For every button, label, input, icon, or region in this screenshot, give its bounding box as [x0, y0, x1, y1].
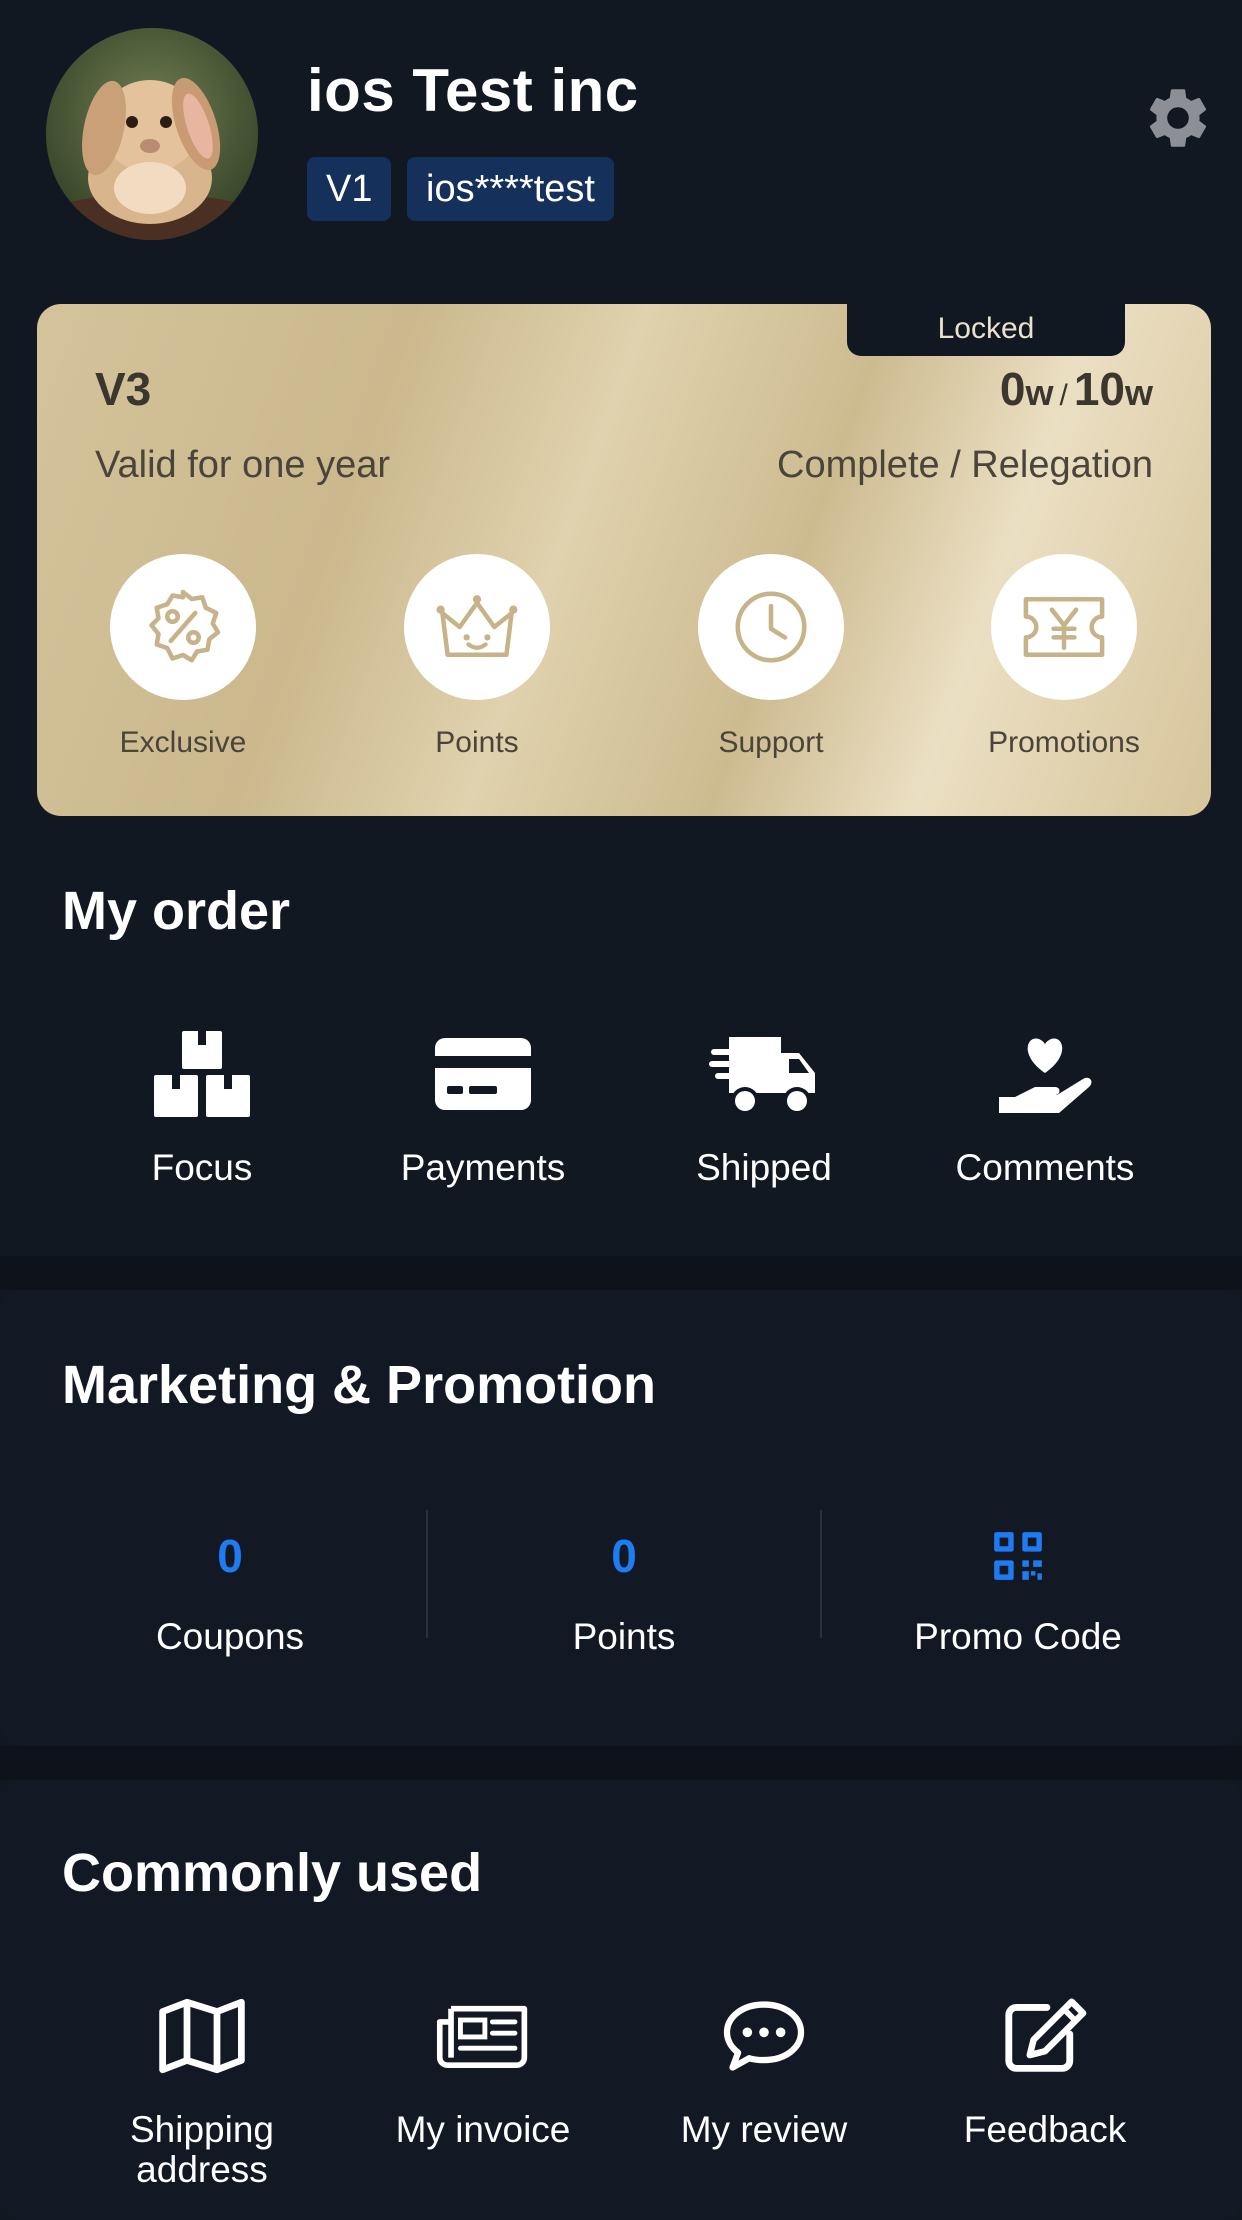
gear-icon — [1149, 89, 1207, 147]
section-divider — [0, 1746, 1242, 1780]
order-focus[interactable]: Focus — [62, 1024, 342, 1188]
vip-status: Complete / Relegation — [777, 444, 1153, 486]
order-label: Focus — [151, 1147, 253, 1188]
coupons-label: Coupons — [155, 1616, 305, 1657]
avatar[interactable] — [46, 28, 258, 240]
shortcut-label: Feedback — [963, 2109, 1127, 2150]
benefit-label: Support — [718, 726, 824, 759]
points-count: 0 — [611, 1530, 637, 1582]
chat-bubble-icon — [723, 2001, 805, 2071]
vip-progress: 0w/10w — [1000, 362, 1153, 416]
order-shipped[interactable]: Shipped — [624, 1024, 904, 1188]
benefit-points[interactable]: Points — [367, 554, 587, 760]
progress-current: 0 — [999, 363, 1026, 415]
rabbit-avatar-image — [46, 28, 258, 240]
hand-heart-icon — [999, 1038, 1092, 1113]
level-badge: V1 — [307, 157, 392, 221]
benefit-exclusive[interactable]: Exclusive — [73, 554, 293, 760]
order-label: Comments — [955, 1147, 1135, 1188]
orders-title: My order — [62, 881, 291, 941]
progress-target-unit: w — [1124, 372, 1153, 413]
order-label: Shipped — [696, 1147, 832, 1188]
order-comments[interactable]: Comments — [905, 1024, 1185, 1188]
order-payments[interactable]: Payments — [343, 1024, 623, 1188]
coupons-item[interactable]: 0 Coupons — [33, 1526, 427, 1658]
newspaper-icon — [436, 2005, 528, 2068]
boxes-icon — [154, 1031, 250, 1117]
user-name: ios Test inc — [307, 57, 639, 124]
truck-icon — [709, 1037, 815, 1115]
credit-card-icon — [435, 1038, 531, 1110]
benefit-promotions[interactable]: Promotions — [954, 554, 1174, 760]
coupons-count: 0 — [217, 1530, 243, 1582]
progress-target: 10 — [1073, 363, 1125, 415]
clock-icon — [735, 591, 807, 663]
shortcut-label: My review — [680, 2109, 848, 2150]
shortcut-feedback[interactable]: Feedback — [905, 1986, 1185, 2150]
benefit-label: Promotions — [988, 726, 1140, 759]
order-label: Payments — [400, 1147, 566, 1188]
qr-code-icon — [994, 1532, 1042, 1580]
locked-tab: Locked — [847, 304, 1125, 356]
promo-code-label: Promo Code — [914, 1616, 1122, 1657]
vip-validity: Valid for one year — [95, 444, 391, 486]
shortcut-my-invoice[interactable]: My invoice — [343, 1986, 623, 2150]
vip-card[interactable]: Locked V3 0w/10w Valid for one year Comp… — [37, 304, 1211, 816]
benefit-label: Exclusive — [119, 726, 247, 759]
account-badge: ios****test — [407, 157, 614, 221]
points-label: Points — [572, 1616, 676, 1657]
shortcut-label: My invoice — [395, 2109, 571, 2150]
progress-separator: / — [1059, 379, 1068, 412]
discount-badge-icon — [149, 589, 221, 663]
progress-current-unit: w — [1025, 372, 1054, 413]
benefit-support[interactable]: Support — [661, 554, 881, 760]
crown-icon — [436, 595, 518, 657]
settings-button[interactable] — [1142, 82, 1214, 154]
points-item[interactable]: 0 Points — [427, 1526, 821, 1658]
benefit-label: Points — [435, 726, 519, 759]
promo-code-item[interactable]: Promo Code — [821, 1526, 1215, 1658]
edit-icon — [1005, 1998, 1087, 2072]
marketing-title: Marketing & Promotion — [62, 1355, 657, 1415]
vip-level: V3 — [95, 363, 152, 415]
common-title: Commonly used — [62, 1843, 483, 1903]
section-divider — [0, 1256, 1242, 1290]
shortcut-label: Shipping address — [129, 2109, 274, 2190]
shortcut-shipping-address[interactable]: Shipping address — [62, 1986, 342, 2190]
shortcut-my-review[interactable]: My review — [624, 1986, 904, 2150]
yuan-ticket-icon — [1023, 597, 1105, 657]
map-icon — [159, 1998, 245, 2074]
